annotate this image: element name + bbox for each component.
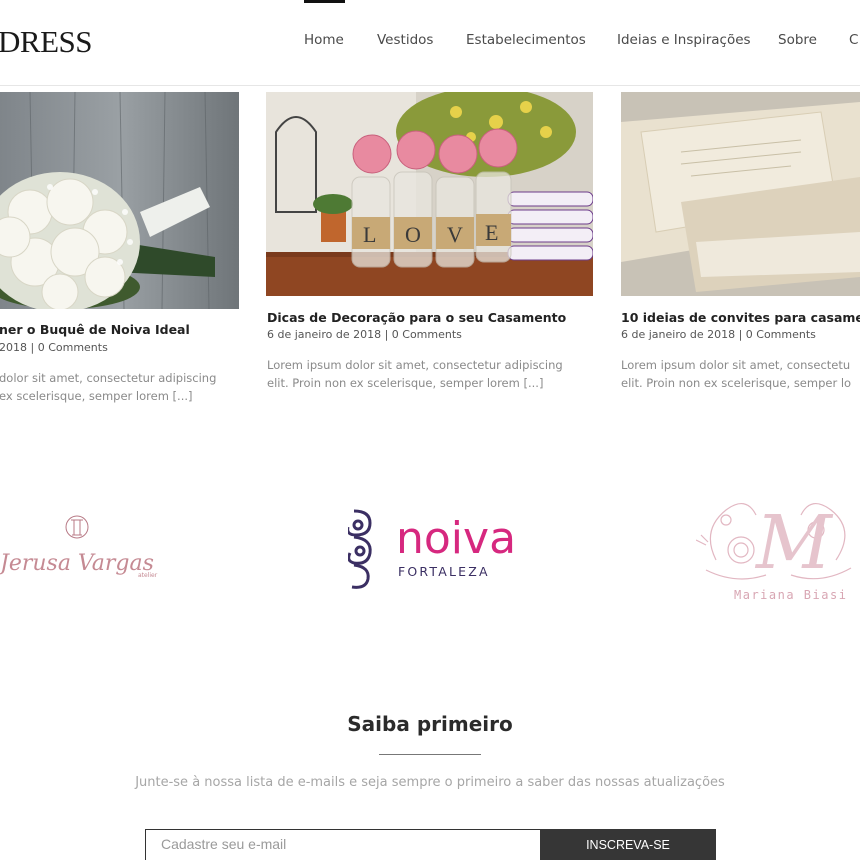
post-excerpt-line: Lorem ipsum dolor sit amet, consectetur … (267, 358, 563, 372)
love-letter: O (405, 222, 421, 247)
post-excerpt-line: elit. Proin non ex scelerisque, semper l… (267, 376, 544, 390)
partner-logo-mariana-biasi[interactable]: M Mariana Biasi (695, 490, 860, 605)
partner-name: noiva (396, 513, 516, 564)
post-excerpt-line: dolor sit amet, consectetur adipiscing (0, 371, 217, 385)
post-excerpt-line: elit. Proin non ex scelerisque, semper l… (621, 376, 852, 390)
nav-item-vestidos[interactable]: Vestidos (377, 32, 433, 48)
partner-sub: atelier (138, 572, 158, 579)
partner-name: Jerusa Vargas (0, 551, 154, 576)
love-bottles-image: L O V E (266, 92, 593, 296)
nav-item-estabelecimentos[interactable]: Estabelecimentos (466, 32, 586, 48)
love-letter: L (363, 222, 376, 247)
noiva-fortaleza-logo: noiva FORTALEZA (342, 505, 516, 595)
newsletter-subscribe-button[interactable]: INSCREVA-SE (540, 829, 716, 860)
main-nav: Home Vestidos Estabelecimentos Ideias e … (0, 32, 860, 52)
newsletter-subtitle: Junte-se à nossa lista de e-mails e seja… (135, 775, 725, 790)
post-meta: 2018 | 0 Comments (0, 341, 108, 354)
nav-item-ideias[interactable]: Ideias e Inspirações (617, 32, 751, 48)
newsletter-divider (379, 754, 481, 755)
newsletter-title: Saiba primeiro (347, 712, 513, 736)
love-letter: E (485, 220, 498, 245)
partner-logo-noiva-fortaleza[interactable]: noiva FORTALEZA (342, 505, 517, 595)
post-title[interactable]: ner o Buquê de Noiva Ideal (0, 322, 190, 337)
post-image-decoration[interactable]: L O V E (266, 92, 593, 296)
post-excerpt-line: Lorem ipsum dolor sit amet, consectetu (621, 358, 851, 372)
partner-sub: FORTALEZA (398, 564, 490, 579)
post-excerpt-line: ex scelerisque, semper lorem [...] (0, 389, 193, 403)
nav-active-indicator (304, 0, 345, 3)
site-header: DRESS Home Vestidos Estabelecimentos Ide… (0, 0, 860, 86)
post-image-bouquet[interactable] (0, 92, 239, 309)
mariana-biasi-logo: M Mariana Biasi (695, 500, 852, 602)
post-title[interactable]: Dicas de Decoração para o seu Casamento (267, 310, 566, 325)
bouquet-image (0, 92, 239, 309)
post-meta: 6 de janeiro de 2018 | 0 Comments (267, 328, 462, 341)
partner-monogram: M (754, 500, 834, 586)
nav-item-contato[interactable]: C (849, 32, 858, 48)
nav-item-sobre[interactable]: Sobre (778, 32, 817, 48)
post-title[interactable]: 10 ideias de convites para casamer (621, 310, 860, 325)
partner-logo-jerusa-vargas[interactable]: Jerusa Vargas atelier (0, 505, 160, 595)
jerusa-vargas-logo: Jerusa Vargas atelier (0, 515, 158, 579)
love-letter: V (447, 222, 463, 247)
newsletter-email-input[interactable] (145, 829, 541, 860)
nav-item-home[interactable]: Home (304, 32, 344, 48)
post-image-invitations[interactable] (621, 92, 860, 296)
invitations-image (621, 92, 860, 296)
post-meta: 6 de janeiro de 2018 | 0 Comments (621, 328, 816, 341)
partner-name: Mariana Biasi (734, 588, 847, 602)
